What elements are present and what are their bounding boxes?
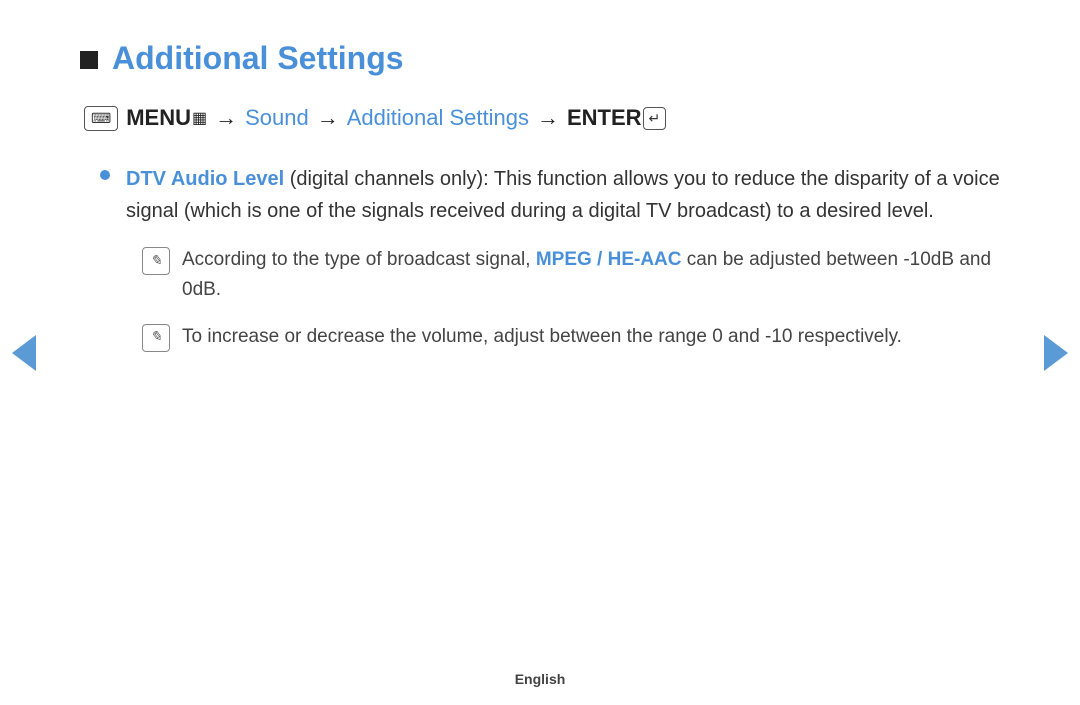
note-item-2: ✎ To increase or decrease the volume, ad… [142, 322, 1000, 352]
note1-text-before: According to the type of broadcast signa… [182, 249, 536, 270]
menu-suffix-icon: ▦ [192, 108, 207, 128]
content-area: DTV Audio Level (digital channels only):… [100, 163, 1000, 352]
breadcrumb-sound: Sound [245, 105, 309, 131]
breadcrumb-additional-settings: Additional Settings [347, 105, 529, 131]
footer-language: English [515, 671, 566, 687]
menu-label: MENU [126, 105, 191, 131]
note-text-2: To increase or decrease the volume, adju… [182, 322, 902, 352]
note-text-1: According to the type of broadcast signa… [182, 245, 1000, 306]
enter-icon: ↵ [643, 107, 667, 130]
nav-arrow-left[interactable] [12, 335, 36, 371]
note-icon-2: ✎ [142, 324, 170, 352]
page-container: Additional Settings ⌨ MENU ▦ → Sound → A… [0, 0, 1080, 705]
enter-label: ENTER [567, 105, 642, 131]
nav-arrow-right[interactable] [1044, 335, 1068, 371]
bullet-dot-icon [100, 170, 110, 180]
mpeg-heaac-label: MPEG / HE-AAC [536, 249, 682, 270]
note-item-1: ✎ According to the type of broadcast sig… [142, 245, 1000, 306]
section-title-row: Additional Settings [80, 40, 1000, 77]
breadcrumb-arrow-2: → [317, 105, 339, 131]
menu-icon: ⌨ [84, 106, 118, 131]
section-square-icon [80, 51, 98, 69]
breadcrumb-arrow-3: → [537, 105, 559, 131]
bullet-item: DTV Audio Level (digital channels only):… [100, 163, 1000, 227]
dtv-audio-level-label: DTV Audio Level [126, 168, 284, 190]
menu-breadcrumb: ⌨ MENU ▦ → Sound → Additional Settings →… [84, 105, 1000, 131]
bullet-text: DTV Audio Level (digital channels only):… [126, 163, 1000, 227]
breadcrumb-arrow-1: → [215, 105, 237, 131]
note-icon-1: ✎ [142, 247, 170, 275]
section-title: Additional Settings [112, 40, 404, 77]
